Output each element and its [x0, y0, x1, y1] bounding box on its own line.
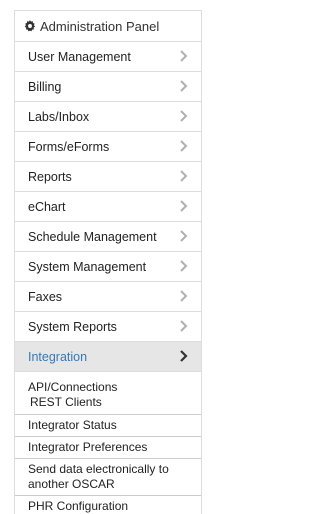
submenu-row-send-data[interactable]: Send data electronically to another OSCA…: [15, 462, 201, 496]
submenu-row-integrator-preferences: Integrator Preferences: [15, 440, 201, 459]
panel-title: Administration Panel: [40, 18, 160, 34]
panel-heading: Administration Panel: [15, 10, 201, 42]
menu-item-system-management[interactable]: System Management: [15, 252, 201, 282]
submenu-integrator-preferences[interactable]: Integrator Preferences: [15, 440, 201, 455]
submenu-integrator-status[interactable]: Integrator Status: [15, 418, 201, 433]
menu-item-label: Billing: [28, 79, 62, 94]
chevron-right-icon: [180, 110, 188, 122]
submenu-send-data-line2: another OSCAR: [28, 477, 115, 491]
integration-submenu: API/Connections REST Clients Integrator …: [15, 372, 201, 514]
submenu-send-data-line1: Send data electronically to: [28, 462, 169, 476]
chevron-right-icon: [180, 140, 188, 152]
menu-item-schedule-management[interactable]: Schedule Management: [15, 222, 201, 252]
menu-item-labs-inbox[interactable]: Labs/Inbox: [15, 102, 201, 132]
admin-sidebar-panel: Administration Panel User Management Bil…: [14, 10, 202, 514]
menu-item-forms-eforms[interactable]: Forms/eForms: [15, 132, 201, 162]
menu-item-label: Forms/eForms: [28, 139, 110, 154]
menu-item-label: Faxes: [28, 289, 63, 304]
menu-item-label: eChart: [28, 199, 66, 214]
menu-item-label: Integration: [28, 349, 88, 364]
menu-item-billing[interactable]: Billing: [15, 72, 201, 102]
menu-item-label: Schedule Management: [28, 229, 157, 244]
menu-item-label: System Reports: [28, 319, 117, 334]
menu-item-system-reports[interactable]: System Reports: [15, 312, 201, 342]
gear-icon: [24, 20, 36, 32]
chevron-right-icon: [180, 50, 188, 62]
chevron-right-icon: [180, 290, 188, 302]
menu-item-integration[interactable]: Integration: [15, 342, 201, 372]
chevron-right-icon: [180, 170, 188, 182]
chevron-right-icon: [180, 320, 188, 332]
menu-item-label: User Management: [28, 49, 131, 64]
menu-item-faxes[interactable]: Faxes: [15, 282, 201, 312]
chevron-right-icon: [180, 230, 188, 242]
api-connections-group: API/Connections REST Clients: [15, 380, 201, 415]
submenu-rest-clients[interactable]: REST Clients: [15, 395, 201, 410]
menu-item-label: Reports: [28, 169, 72, 184]
menu-item-reports[interactable]: Reports: [15, 162, 201, 192]
chevron-right-icon: [180, 260, 188, 272]
menu-item-user-management[interactable]: User Management: [15, 42, 201, 72]
chevron-right-icon: [180, 80, 188, 92]
menu-item-echart[interactable]: eChart: [15, 192, 201, 222]
submenu-row-integrator-status: Integrator Status: [15, 418, 201, 437]
menu-item-label: System Management: [28, 259, 147, 274]
chevron-right-icon: [180, 200, 188, 212]
submenu-api-connections[interactable]: API/Connections: [15, 380, 201, 395]
submenu-phr-configuration[interactable]: PHR Configuration: [15, 499, 201, 514]
menu-item-label: Labs/Inbox: [28, 109, 90, 124]
chevron-right-icon: [180, 350, 188, 362]
